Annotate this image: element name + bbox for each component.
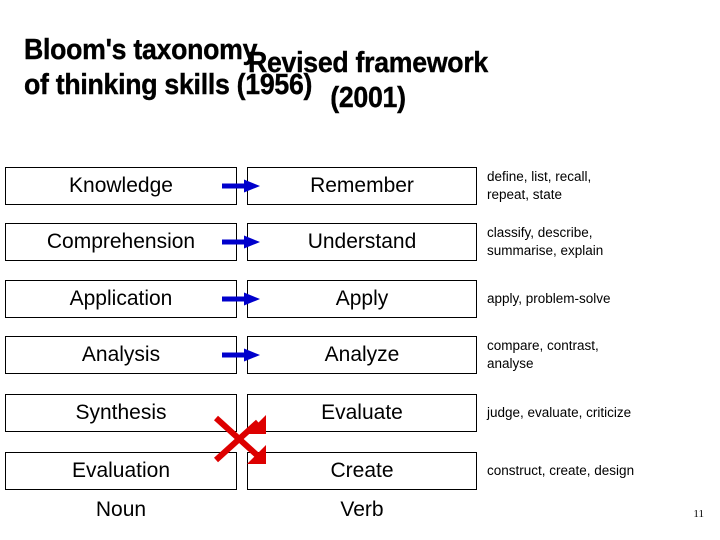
table-row: Evaluation Create construct, create, des… xyxy=(0,452,720,490)
verb-examples-line2: analyse xyxy=(487,356,534,371)
verb-cell: Create xyxy=(247,452,477,490)
noun-cell: Analysis xyxy=(5,336,237,374)
verb-examples: classify, describe, summarise, explain xyxy=(487,223,720,261)
arrow-right-blue-icon xyxy=(222,179,260,193)
verb-examples: define, list, recall, repeat, state xyxy=(487,167,720,205)
table-row: Application Apply apply, problem-solve xyxy=(0,280,720,318)
page-number: 11 xyxy=(693,508,704,520)
table-row: Comprehension Understand classify, descr… xyxy=(0,223,720,261)
verb-examples: judge, evaluate, criticize xyxy=(487,394,720,432)
verb-examples-line1: construct, create, design xyxy=(487,463,635,479)
verb-examples-line1: judge, evaluate, criticize xyxy=(487,405,632,421)
taxonomy-matrix: Knowledge Remember define, list, recall,… xyxy=(0,0,720,540)
verb-examples-line2: summarise, explain xyxy=(487,243,604,258)
column-label-verb: Verb xyxy=(340,498,384,521)
verb-cell: Evaluate xyxy=(247,394,477,432)
arrow-right-blue-icon xyxy=(222,348,260,362)
table-row: Synthesis Evaluate judge, evaluate, crit… xyxy=(0,394,720,432)
arrow-right-blue-icon xyxy=(222,235,260,249)
verb-examples: compare, contrast, analyse xyxy=(487,336,720,374)
noun-cell: Application xyxy=(5,280,237,318)
noun-cell: Evaluation xyxy=(5,452,237,490)
noun-cell: Knowledge xyxy=(5,167,237,205)
verb-examples-line1: apply, problem-solve xyxy=(487,291,611,307)
column-label-noun: Noun xyxy=(95,498,147,521)
verb-examples: construct, create, design xyxy=(487,452,720,490)
verb-examples: apply, problem-solve xyxy=(487,280,720,318)
verb-examples-line1: compare, contrast, xyxy=(487,338,599,354)
noun-cell: Comprehension xyxy=(5,223,237,261)
table-row: Analysis Analyze compare, contrast, anal… xyxy=(0,336,720,374)
verb-cell: Understand xyxy=(247,223,477,261)
table-row: Knowledge Remember define, list, recall,… xyxy=(0,167,720,205)
verb-cell: Apply xyxy=(247,280,477,318)
verb-cell: Remember xyxy=(247,167,477,205)
verb-examples-line1: classify, describe, xyxy=(487,225,593,241)
noun-cell: Synthesis xyxy=(5,394,237,432)
arrow-right-blue-icon xyxy=(222,292,260,306)
verb-examples-line1: define, list, recall, xyxy=(487,169,592,185)
verb-examples-line2: repeat, state xyxy=(487,187,563,202)
slide-canvas: Bloom's taxonomy of thinking skills (195… xyxy=(0,0,720,540)
verb-cell: Analyze xyxy=(247,336,477,374)
crossed-red-arrows-icon xyxy=(213,415,266,464)
